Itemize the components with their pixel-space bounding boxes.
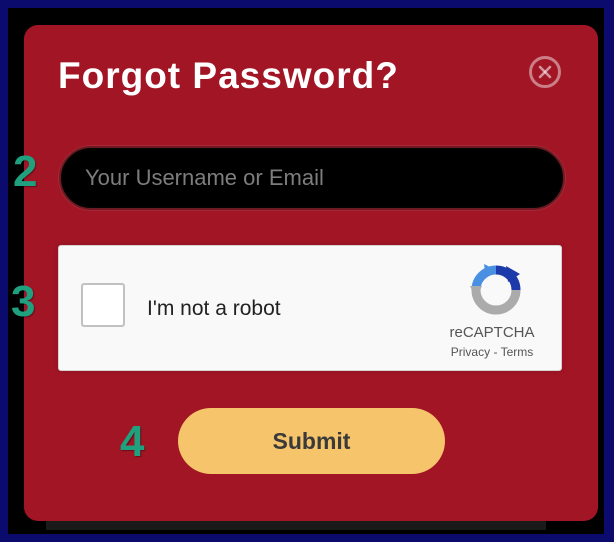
recaptcha-checkbox-label: I'm not a robot <box>147 297 281 320</box>
recaptcha-widget: I'm not a robot reCAPTCHA Privacy - Term… <box>58 245 562 371</box>
recaptcha-logo-icon <box>470 264 521 315</box>
recaptcha-brand: reCAPTCHA <box>449 324 535 341</box>
username-email-input[interactable] <box>59 146 565 210</box>
recaptcha-checkbox[interactable] <box>81 283 125 327</box>
recaptcha-links: Privacy - Terms <box>437 345 547 359</box>
step-number-4: 4 <box>120 417 145 466</box>
modal-title: Forgot Password? <box>58 55 399 96</box>
step-number-2: 2 <box>13 147 38 196</box>
links-separator: - <box>490 345 501 359</box>
terms-link[interactable]: Terms <box>501 345 534 359</box>
step-number-3: 3 <box>11 277 36 326</box>
privacy-link[interactable]: Privacy <box>451 345 490 359</box>
close-icon <box>538 65 552 79</box>
close-button[interactable] <box>529 56 561 88</box>
submit-button[interactable]: Submit <box>178 408 445 474</box>
